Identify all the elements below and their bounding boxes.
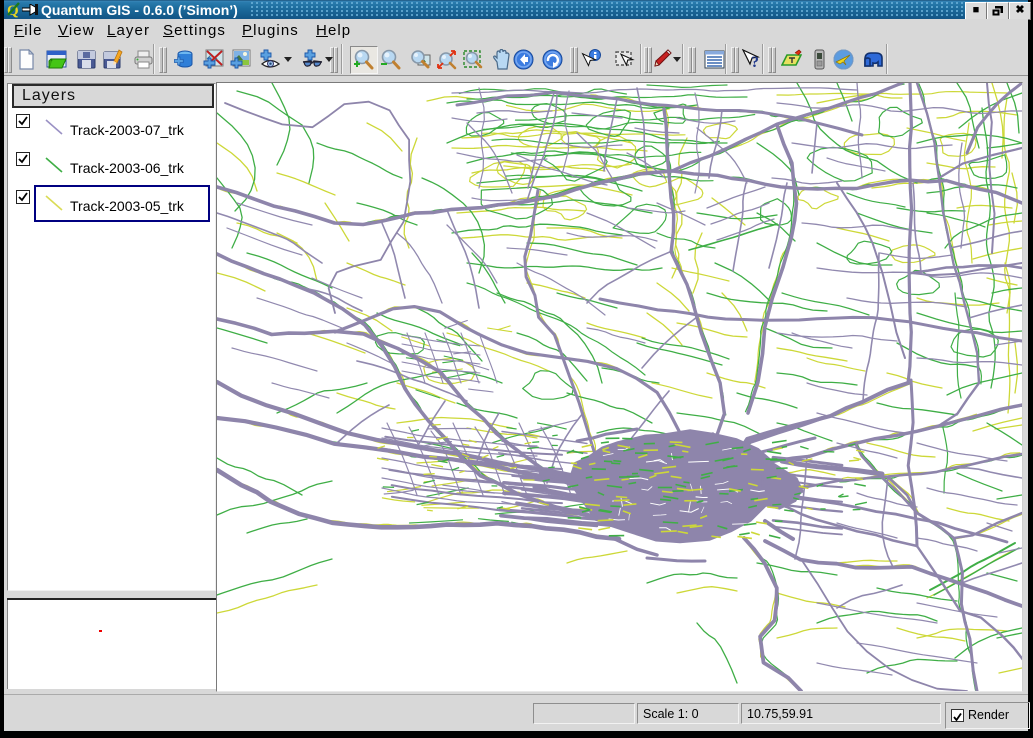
svg-text:?: ? <box>751 54 759 70</box>
